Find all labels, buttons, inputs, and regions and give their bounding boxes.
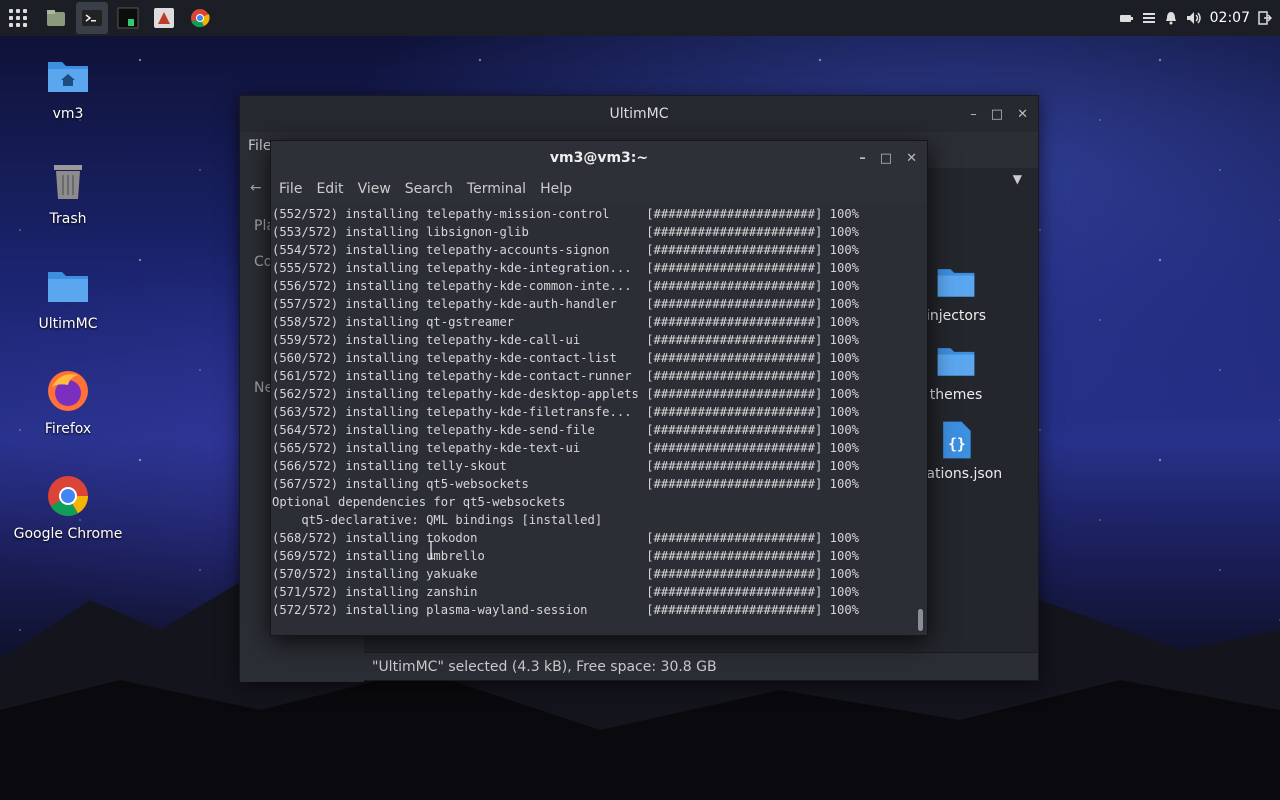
minimize-icon[interactable]: – — [970, 107, 977, 122]
terminal-line: (558/572) installing qt-gstreamer [#####… — [272, 315, 859, 329]
terminal-titlebar[interactable]: vm3@vm3:~ – □ ✕ — [271, 141, 927, 175]
task-terminal-icon[interactable] — [76, 2, 108, 34]
close-icon[interactable]: ✕ — [906, 151, 917, 166]
panel-clock[interactable]: 02:07 — [1210, 10, 1250, 26]
desktop-icon-ultimmc[interactable]: UltimMC — [0, 262, 136, 332]
terminal-line: (570/572) installing yakuake [##########… — [272, 567, 859, 581]
terminal-window[interactable]: vm3@vm3:~ – □ ✕ File Edit View Search Te… — [270, 140, 928, 636]
svg-text:{}: {} — [948, 436, 966, 453]
menu-search[interactable]: Search — [405, 181, 453, 197]
file-item-label: injectors — [925, 308, 987, 324]
desktop-icon-label: Trash — [49, 211, 87, 227]
terminal-line: (566/572) installing telly-skout [######… — [272, 459, 859, 473]
menu-file[interactable]: File — [279, 181, 302, 197]
text-cursor-icon — [428, 541, 434, 559]
task-files-icon[interactable] — [40, 2, 72, 34]
chrome-icon — [48, 476, 88, 516]
terminal-scrollbar[interactable] — [918, 609, 923, 631]
desktop-icon-chrome[interactable]: Google Chrome — [0, 472, 136, 542]
terminal-line: (571/572) installing zanshin [##########… — [272, 585, 859, 599]
terminal-line: qt5-declarative: QML bindings [installed… — [272, 513, 603, 527]
terminal-menubar: File Edit View Search Terminal Help — [271, 175, 927, 203]
terminal-line: (562/572) installing telepathy-kde-deskt… — [272, 387, 859, 401]
terminal-line: (565/572) installing telepathy-kde-text-… — [272, 441, 859, 455]
terminal-line: (569/572) installing umbrello [#########… — [272, 549, 859, 563]
maximize-icon[interactable]: □ — [991, 107, 1003, 122]
terminal-line: (554/572) installing telepathy-accounts-… — [272, 243, 859, 257]
menu-help[interactable]: Help — [540, 181, 572, 197]
menu-edit[interactable]: Edit — [316, 181, 343, 197]
desktop-icon-label: Google Chrome — [13, 526, 123, 542]
menu-view[interactable]: View — [358, 181, 391, 197]
terminal-line: (553/572) installing libsignon-glib [###… — [272, 225, 859, 239]
file-manager-titlebar[interactable]: UltimMC – □ ✕ — [240, 96, 1038, 132]
terminal-line: (555/572) installing telepathy-kde-integ… — [272, 261, 859, 275]
terminal-line: (556/572) installing telepathy-kde-commo… — [272, 279, 859, 293]
volume-icon[interactable] — [1186, 11, 1202, 25]
terminal-line: (552/572) installing telepathy-mission-c… — [272, 207, 859, 221]
folder-icon — [48, 272, 88, 302]
home-folder-icon — [48, 62, 88, 92]
app-launcher-button[interactable] — [0, 0, 36, 36]
terminal-line: (560/572) installing telepathy-kde-conta… — [272, 351, 859, 365]
terminal-line: (564/572) installing telepathy-kde-send-… — [272, 423, 859, 437]
bell-icon[interactable] — [1164, 11, 1178, 25]
back-icon[interactable]: ← — [250, 180, 262, 196]
power-icon[interactable] — [1118, 10, 1134, 26]
terminal-line: (563/572) installing telepathy-kde-filet… — [272, 405, 859, 419]
trash-icon — [54, 165, 82, 199]
maximize-icon[interactable]: □ — [880, 151, 892, 166]
desktop-icon-firefox[interactable]: Firefox — [0, 367, 136, 437]
window-title: UltimMC — [609, 106, 669, 122]
view-options-dropdown-icon[interactable]: ▼ — [1013, 172, 1022, 186]
terminal-line: (561/572) installing telepathy-kde-conta… — [272, 369, 859, 383]
desktop-icon-trash[interactable]: Trash — [0, 157, 136, 227]
task-pdf-app-icon[interactable] — [148, 2, 180, 34]
fm-status-bar: "UltimMC" selected (4.3 kB), Free space:… — [364, 652, 1038, 680]
terminal-line: (567/572) installing qt5-websockets [###… — [272, 477, 859, 491]
logout-icon[interactable] — [1258, 11, 1272, 25]
task-terminal2-icon[interactable] — [112, 2, 144, 34]
fm-menu-file[interactable]: File — [248, 138, 271, 154]
terminal-line: (557/572) installing telepathy-kde-auth-… — [272, 297, 859, 311]
firefox-icon — [48, 371, 88, 411]
terminal-output[interactable]: (552/572) installing telepathy-mission-c… — [271, 203, 927, 635]
clipboard-icon[interactable] — [1142, 11, 1156, 25]
menu-terminal[interactable]: Terminal — [467, 181, 526, 197]
desktop-icon-vm3[interactable]: vm3 — [0, 52, 136, 122]
close-icon[interactable]: ✕ — [1017, 107, 1028, 122]
top-panel: 02:07 — [0, 0, 1280, 36]
task-chrome-icon[interactable] — [184, 2, 216, 34]
json-file-icon: {} — [943, 421, 971, 459]
terminal-line: (568/572) installing tokodon [##########… — [272, 531, 859, 545]
desktop-icon-label: Firefox — [44, 421, 92, 437]
folder-icon — [937, 348, 975, 376]
system-tray: 02:07 — [1118, 0, 1272, 36]
file-item-label: themes — [929, 387, 983, 403]
desktop-icon-label: vm3 — [52, 106, 84, 122]
window-title: vm3@vm3:~ — [549, 150, 649, 166]
terminal-line: Optional dependencies for qt5-websockets — [272, 495, 566, 509]
minimize-icon[interactable]: – — [859, 151, 866, 166]
terminal-line: (572/572) installing plasma-wayland-sess… — [272, 603, 859, 617]
terminal-line: (559/572) installing telepathy-kde-call-… — [272, 333, 859, 347]
desktop-icon-label: UltimMC — [38, 316, 98, 332]
folder-icon — [937, 269, 975, 297]
